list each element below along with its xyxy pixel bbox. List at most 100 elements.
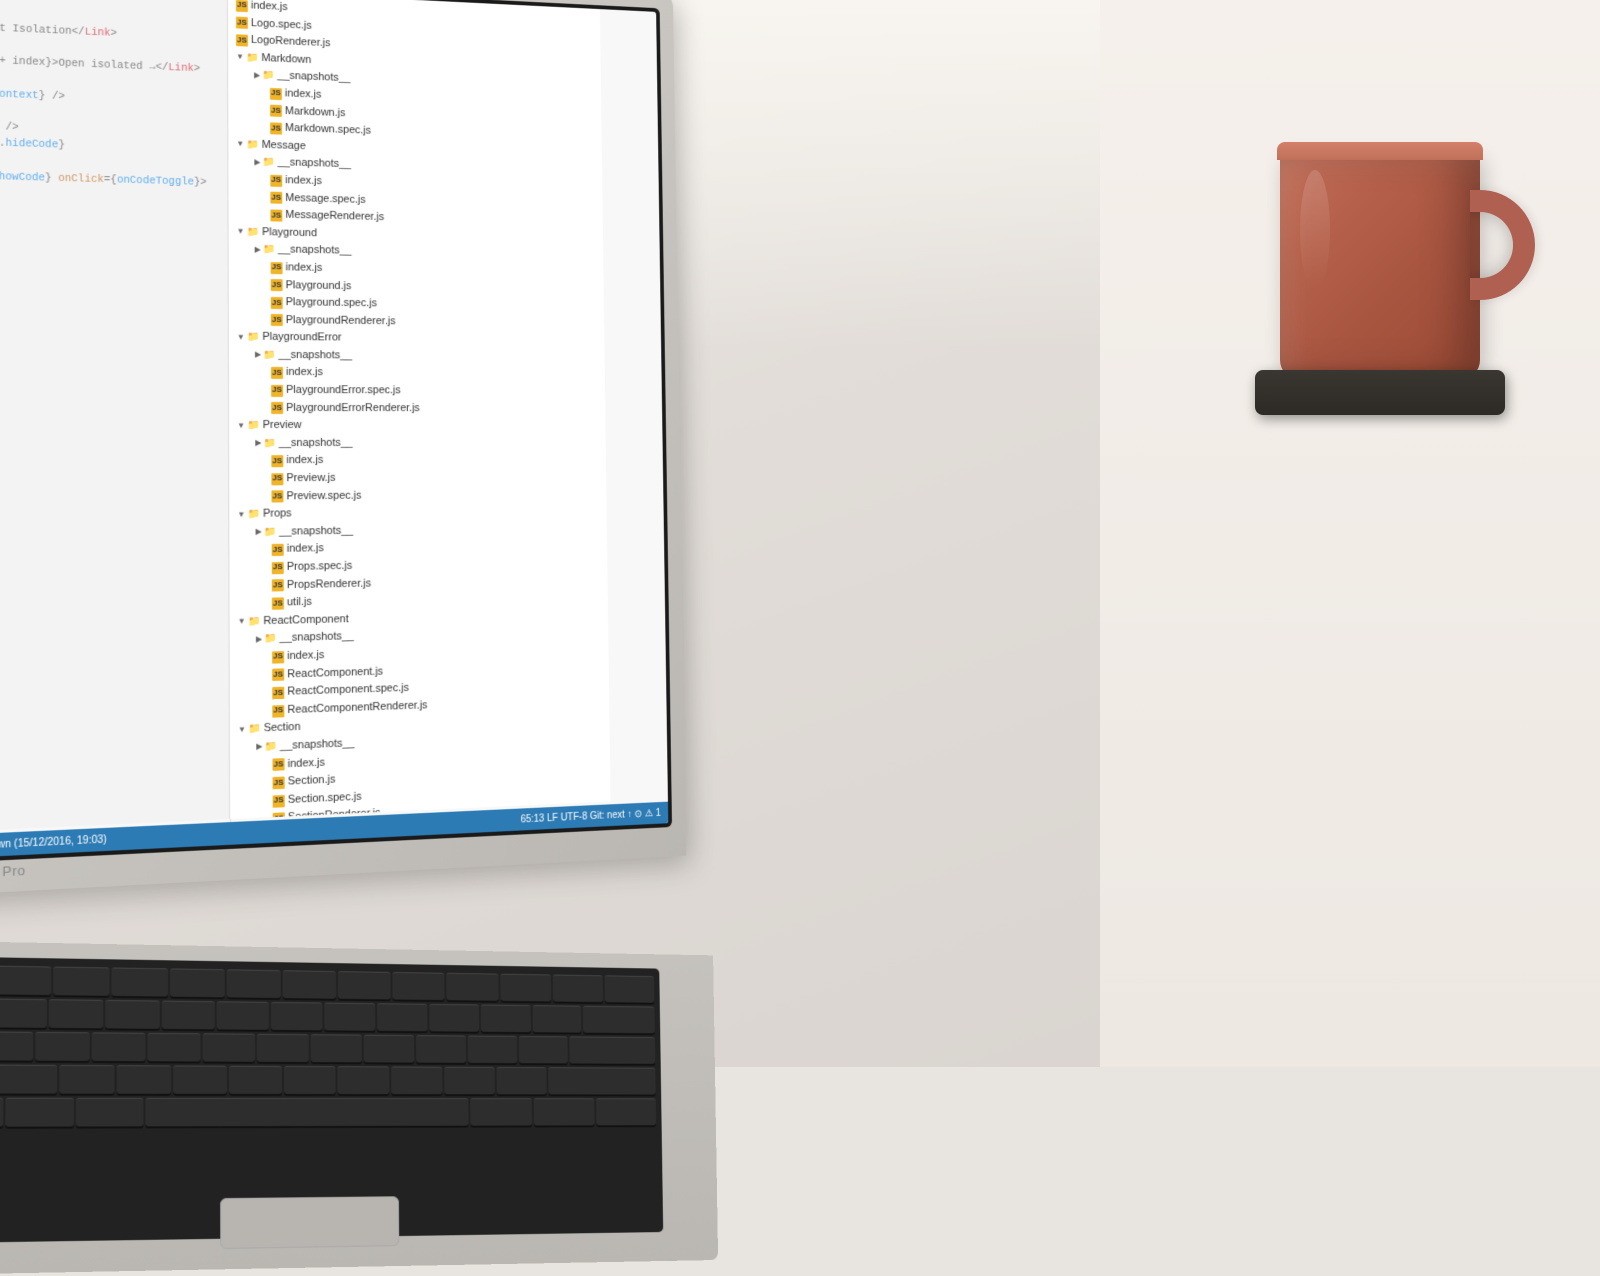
file-name: PlaygroundErrorRenderer.js [286,400,420,418]
js-file-icon: JS [270,105,282,117]
file-name: index.js [285,172,322,190]
js-file-icon: JS [271,314,283,326]
chevron-down-icon: ▼ [237,226,245,239]
folder-icon: 📁 [248,721,261,738]
keyboard-row [0,965,654,1003]
key [496,1067,546,1094]
folder-icon: 📁 [264,524,277,540]
tree-item: JS index.js [237,451,598,470]
js-file-icon: JS [273,812,285,819]
spacebar-key [146,1098,469,1127]
key [257,1034,309,1062]
keyboard-area [0,940,718,1276]
folder-icon: 📁 [247,418,260,434]
chevron-right-icon: ▶ [255,437,261,450]
file-name: PlaygroundRenderer.js [286,312,396,331]
file-name: Playground.spec.js [286,294,377,313]
chevron-right-icon: ▶ [254,69,260,82]
key [377,1003,428,1031]
file-name: index.js [286,364,323,382]
key [76,1098,144,1127]
js-file-icon: JS [270,209,282,221]
key [391,1066,442,1094]
js-file-icon: JS [273,794,285,807]
key [117,1065,171,1094]
key [364,1035,415,1063]
file-name: util.js [287,594,312,612]
status-bar-text: build: Markdown (15/12/2016, 19:03) [0,834,107,854]
keyboard-row [0,1098,656,1127]
key [148,1033,201,1062]
key [0,1098,3,1127]
file-name: Playground.js [286,277,352,295]
macbook-label: MacBook Pro [0,862,26,883]
js-file-icon: JS [272,597,284,609]
js-file-icon: JS [271,491,283,503]
file-name: PropsRenderer.js [287,575,371,594]
mug-body [1280,150,1480,380]
tree-item[interactable]: ▶ 📁 __snapshots__ [237,434,598,452]
js-file-icon: JS [271,473,283,485]
file-name: index.js [285,259,322,277]
folder-name: Markdown [261,50,311,69]
screen-content: Link}> me}=> Exit Isolation</Link> me + … [0,0,668,860]
key [548,1067,656,1094]
screen-bezel: Link}> me}=> Exit Isolation</Link> me + … [0,0,672,864]
folder-icon: 📁 [248,614,261,631]
js-file-icon: JS [271,385,283,397]
folder-name: PlaygroundError [262,329,341,347]
key [0,966,52,996]
coaster [1255,370,1505,415]
key [338,971,391,999]
key [532,1005,581,1033]
js-file-icon: JS [272,580,284,592]
js-file-icon: JS [270,192,282,204]
js-file-icon: JS [271,367,283,379]
laptop-body: Link}> me}=> Exit Isolation</Link> me + … [0,0,686,898]
tree-item: JS PlaygroundErrorRenderer.js [237,400,598,418]
key [203,1033,255,1062]
chevron-right-icon: ▶ [254,156,260,169]
js-file-icon: JS [272,651,284,664]
folder-icon: 📁 [264,739,277,756]
chevron-down-icon: ▼ [236,138,244,151]
chevron-down-icon: ▼ [238,723,246,736]
js-file-icon: JS [273,776,285,789]
folder-name: Preview [263,417,302,435]
key [54,967,110,996]
file-name: PlaygroundError.spec.js [286,382,401,400]
key [0,1064,57,1093]
folder-name: Message [262,137,306,156]
js-file-icon: JS [270,122,282,134]
key [416,1035,466,1063]
key [518,1036,567,1063]
js-file-icon: JS [272,669,284,682]
key [311,1034,362,1062]
chevron-right-icon: ▶ [255,349,261,362]
js-file-icon: JS [270,88,282,100]
tree-folder-preview[interactable]: ▼ 📁 Preview [237,417,598,435]
js-file-icon: JS [236,34,248,46]
chevron-right-icon: ▶ [256,526,262,539]
tree-item[interactable]: ▶ 📁 __snapshots__ [237,346,597,366]
folder-icon: 📁 [246,224,258,240]
mug-rim [1277,142,1483,160]
mug-highlight [1300,170,1330,290]
trackpad[interactable] [220,1196,399,1249]
folder-icon: 📁 [246,50,258,66]
folder-name: __snapshots__ [279,347,353,365]
key [481,1004,530,1032]
folder-icon: 📁 [263,242,275,258]
tree-item: JS PlaygroundError.spec.js [237,382,598,401]
key [5,1098,74,1127]
key [106,1000,160,1029]
js-file-icon: JS [272,687,284,700]
key [393,972,445,1000]
folder-icon: 📁 [246,137,258,153]
key [324,1003,375,1031]
js-file-icon: JS [271,455,283,467]
key [447,973,499,1001]
file-tree-panel: JS index.js JS Logo.spec.js JS LogoRende… [228,0,611,819]
chevron-right-icon: ▶ [255,244,261,257]
key [112,967,168,996]
